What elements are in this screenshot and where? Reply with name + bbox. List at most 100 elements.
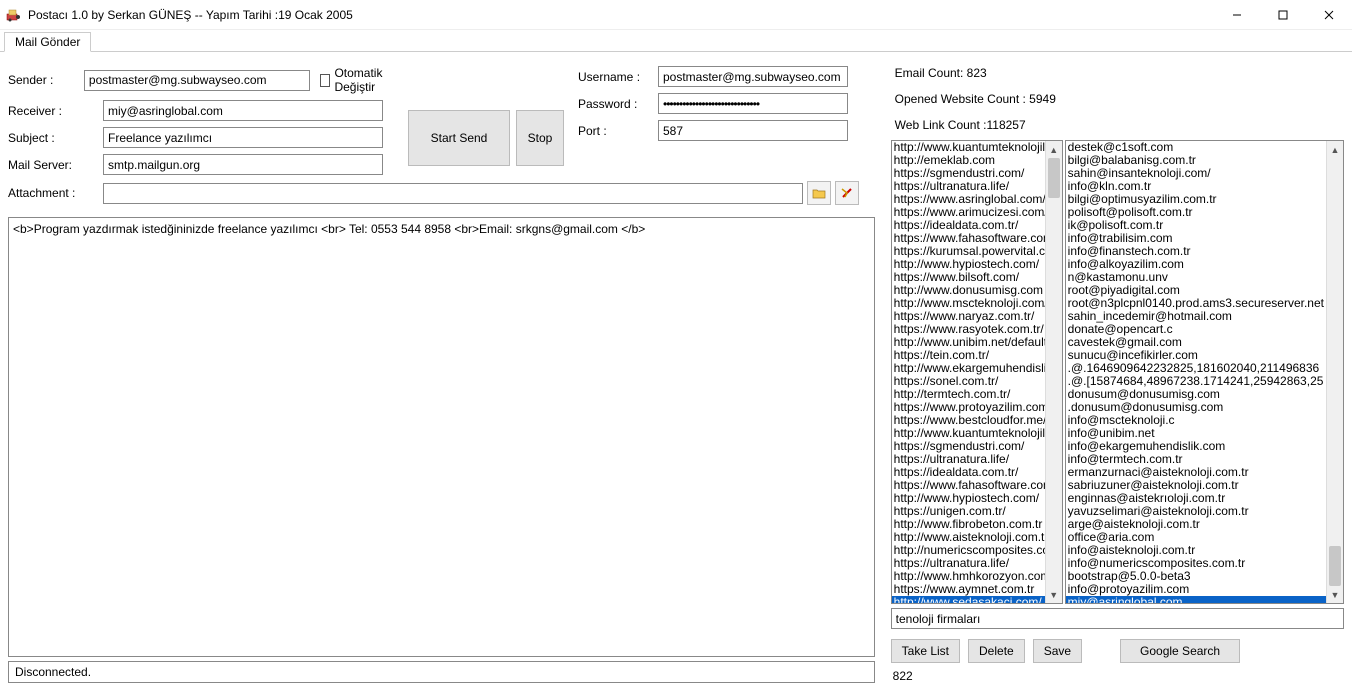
list-item[interactable]: http://www.ekargemuhendislik. xyxy=(892,362,1045,375)
list-item[interactable]: https://www.bilsoft.com/ xyxy=(892,271,1045,284)
list-item[interactable]: http://www.hypiostech.com/ xyxy=(892,492,1045,505)
list-item[interactable]: http://www.aisteknoloji.com.tr xyxy=(892,531,1045,544)
stop-button[interactable]: Stop xyxy=(516,110,564,166)
list-item[interactable]: http://www.unibim.net/default.a xyxy=(892,336,1045,349)
list-item[interactable]: info@numericscomposites.com.tr xyxy=(1066,557,1326,570)
list-item[interactable]: destek@c1soft.com xyxy=(1066,141,1326,154)
list-item[interactable]: info@aisteknoloji.com.tr xyxy=(1066,544,1326,557)
list-item[interactable]: https://unigen.com.tr/ xyxy=(892,505,1045,518)
list-item[interactable]: https://tein.com.tr/ xyxy=(892,349,1045,362)
list-item[interactable]: root@piyadigital.com xyxy=(1066,284,1326,297)
list-item[interactable]: https://www.fahasoftware.com/ xyxy=(892,479,1045,492)
receiver-input[interactable] xyxy=(103,100,383,121)
list-item[interactable]: info@mscteknoloji.c xyxy=(1066,414,1326,427)
password-input[interactable] xyxy=(658,93,848,114)
list-item[interactable]: http://www.mscteknoloji.com/ xyxy=(892,297,1045,310)
list-item[interactable]: http://www.sedasakaci.com/ xyxy=(892,596,1045,603)
list-item[interactable]: ik@polisoft.com.tr xyxy=(1066,219,1326,232)
list-item[interactable]: ermanzurnaci@aisteknoloji.com.tr xyxy=(1066,466,1326,479)
url-listbox[interactable]: http://www.kuantumteknolojilerhttp://eme… xyxy=(892,141,1045,603)
list-item[interactable]: http://www.kuantumteknolojiler xyxy=(892,427,1045,440)
list-item[interactable]: info@finanstech.com.tr xyxy=(1066,245,1326,258)
list-item[interactable]: sahin@insanteknoloji.com/ xyxy=(1066,167,1326,180)
list-item[interactable]: https://www.rasyotek.com.tr/ xyxy=(892,323,1045,336)
list-item[interactable]: bootstrap@5.0.0-beta3 xyxy=(1066,570,1326,583)
mailserver-input[interactable] xyxy=(103,154,383,175)
list-item[interactable]: http://numericscomposites.com xyxy=(892,544,1045,557)
list-item[interactable]: miy@asringlobal.com xyxy=(1066,596,1326,603)
list-item[interactable]: https://www.protoyazilim.com/ xyxy=(892,401,1045,414)
list-item[interactable]: https://www.arimucizesi.com/ xyxy=(892,206,1045,219)
list-item[interactable]: https://www.naryaz.com.tr/ xyxy=(892,310,1045,323)
list-item[interactable]: donate@opencart.c xyxy=(1066,323,1326,336)
list-item[interactable]: .donusum@donusumisg.com xyxy=(1066,401,1326,414)
list-item[interactable]: http://www.kuantumteknolojiler xyxy=(892,141,1045,154)
list-item[interactable]: sunucu@incefikirler.com xyxy=(1066,349,1326,362)
list-item[interactable]: https://sgmendustri.com/ xyxy=(892,440,1045,453)
maximize-button[interactable] xyxy=(1260,0,1306,30)
clear-attachment-button[interactable] xyxy=(835,181,859,205)
minimize-button[interactable] xyxy=(1214,0,1260,30)
close-button[interactable] xyxy=(1306,0,1352,30)
search-input[interactable] xyxy=(891,608,1344,629)
attachment-label: Attachment : xyxy=(8,186,103,200)
message-body-textarea[interactable]: <b>Program yazdırmak istedğininizde free… xyxy=(8,217,875,657)
url-list-scrollbar[interactable]: ▲ ▼ xyxy=(1045,141,1062,603)
attachment-input[interactable] xyxy=(103,183,803,204)
sender-input[interactable] xyxy=(84,70,310,91)
list-item[interactable]: sahin_incedemir@hotmail.com xyxy=(1066,310,1326,323)
list-item[interactable]: .@.1646909642232825,181602040,211496836 xyxy=(1066,362,1326,375)
list-item[interactable]: http://termtech.com.tr/ xyxy=(892,388,1045,401)
list-item[interactable]: info@protoyazilim.com xyxy=(1066,583,1326,596)
list-item[interactable]: bilgi@optimusyazilim.com.tr xyxy=(1066,193,1326,206)
list-item[interactable]: polisoft@polisoft.com.tr xyxy=(1066,206,1326,219)
browse-folder-button[interactable] xyxy=(807,181,831,205)
save-button[interactable]: Save xyxy=(1033,639,1082,663)
list-item[interactable]: https://sonel.com.tr/ xyxy=(892,375,1045,388)
list-item[interactable]: info@alkoyazilim.com xyxy=(1066,258,1326,271)
list-item[interactable]: http://www.donusumisg.com xyxy=(892,284,1045,297)
start-send-button[interactable]: Start Send xyxy=(408,110,510,166)
list-item[interactable]: .@.[15874684,48967238.1714241,25942863,2… xyxy=(1066,375,1326,388)
google-search-button[interactable]: Google Search xyxy=(1120,639,1240,663)
list-item[interactable]: info@ekargemuhendislik.com xyxy=(1066,440,1326,453)
list-item[interactable]: https://ultranatura.life/ xyxy=(892,180,1045,193)
list-item[interactable]: info@unibim.net xyxy=(1066,427,1326,440)
email-listbox[interactable]: destek@c1soft.combilgi@balabanisg.com.tr… xyxy=(1066,141,1326,603)
list-item[interactable]: info@termtech.com.tr xyxy=(1066,453,1326,466)
list-item[interactable]: https://www.bestcloudfor.me/ xyxy=(892,414,1045,427)
list-item[interactable]: https://www.asringlobal.com/ xyxy=(892,193,1045,206)
list-item[interactable]: https://idealdata.com.tr/ xyxy=(892,466,1045,479)
subject-input[interactable] xyxy=(103,127,383,148)
list-item[interactable]: office@aria.com xyxy=(1066,531,1326,544)
list-item[interactable]: enginnas@aistekrıoloji.com.tr xyxy=(1066,492,1326,505)
list-item[interactable]: donusum@donusumisg.com xyxy=(1066,388,1326,401)
list-item[interactable]: yavuzselimari@aisteknoloji.com.tr xyxy=(1066,505,1326,518)
list-item[interactable]: cavestek@gmail.com xyxy=(1066,336,1326,349)
list-item[interactable]: https://kurumsal.powervital.com xyxy=(892,245,1045,258)
list-item[interactable]: sabriuzuner@aisteknoloji.com.tr xyxy=(1066,479,1326,492)
list-item[interactable]: http://www.hypiostech.com/ xyxy=(892,258,1045,271)
list-item[interactable]: info@kln.com.tr xyxy=(1066,180,1326,193)
list-item[interactable]: http://www.hmhkorozyon.com/ xyxy=(892,570,1045,583)
list-item[interactable]: https://ultranatura.life/ xyxy=(892,453,1045,466)
list-item[interactable]: root@n3plcpnl0140.prod.ams3.secureserver… xyxy=(1066,297,1326,310)
otomatik-checkbox[interactable] xyxy=(320,74,331,87)
tab-mail-gonder[interactable]: Mail Gönder xyxy=(4,32,91,52)
delete-button[interactable]: Delete xyxy=(968,639,1025,663)
list-item[interactable]: bilgi@balabanisg.com.tr xyxy=(1066,154,1326,167)
list-item[interactable]: arge@aisteknoloji.com.tr xyxy=(1066,518,1326,531)
email-list-scrollbar[interactable]: ▲ ▼ xyxy=(1326,141,1343,603)
list-item[interactable]: http://www.fibrobeton.com.tr xyxy=(892,518,1045,531)
username-input[interactable] xyxy=(658,66,848,87)
list-item[interactable]: https://sgmendustri.com/ xyxy=(892,167,1045,180)
list-item[interactable]: n@kastamonu.unv xyxy=(1066,271,1326,284)
list-item[interactable]: http://emeklab.com xyxy=(892,154,1045,167)
take-list-button[interactable]: Take List xyxy=(891,639,960,663)
list-item[interactable]: https://ultranatura.life/ xyxy=(892,557,1045,570)
list-item[interactable]: https://idealdata.com.tr/ xyxy=(892,219,1045,232)
list-item[interactable]: https://www.aymnet.com.tr xyxy=(892,583,1045,596)
list-item[interactable]: https://www.fahasoftware.com/ xyxy=(892,232,1045,245)
port-input[interactable] xyxy=(658,120,848,141)
list-item[interactable]: info@trabilisim.com xyxy=(1066,232,1326,245)
